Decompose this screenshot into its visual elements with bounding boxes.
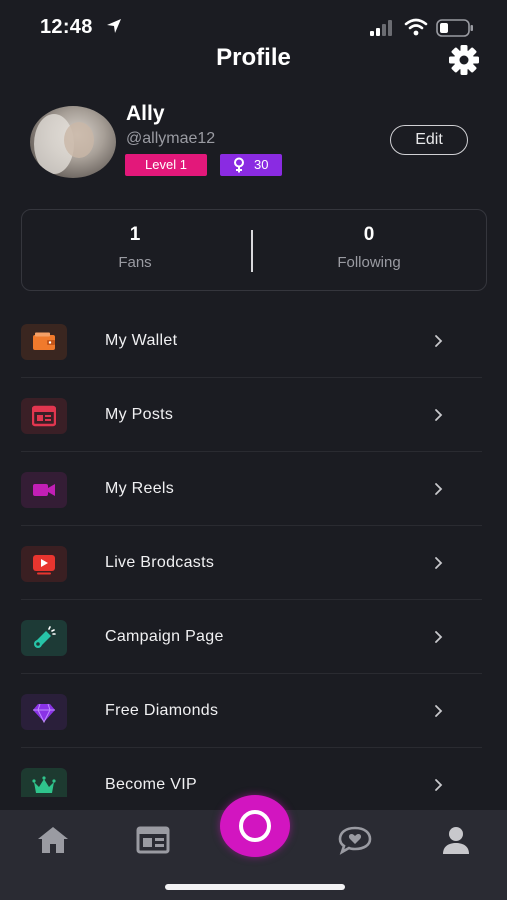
chevron-right-icon xyxy=(435,779,443,791)
record-button[interactable] xyxy=(220,795,290,857)
vip-icon-box xyxy=(21,768,67,797)
feed-card-icon[interactable] xyxy=(135,824,171,856)
profile-menu: My Wallet My Posts My Reels Live Brodcas… xyxy=(0,304,507,797)
diamonds-icon-box xyxy=(21,694,67,730)
cellular-signal-icon xyxy=(370,20,392,36)
menu-label: My Wallet xyxy=(105,332,178,349)
home-indicator xyxy=(165,884,345,890)
menu-item-my-posts[interactable]: My Posts xyxy=(0,378,507,452)
video-camera-icon xyxy=(33,484,55,496)
chevron-right-icon xyxy=(435,631,443,643)
menu-item-my-reels[interactable]: My Reels xyxy=(0,452,507,526)
chevron-right-icon xyxy=(435,705,443,717)
play-screen-icon xyxy=(33,555,55,575)
edit-profile-button[interactable]: Edit xyxy=(390,125,468,155)
wallet-icon-box xyxy=(21,324,67,360)
menu-item-become-vip[interactable]: Become VIP xyxy=(0,748,507,797)
profile-name: Ally xyxy=(126,102,165,125)
menu-label: Become VIP xyxy=(105,776,197,793)
wallet-icon xyxy=(33,332,55,350)
diamond-icon xyxy=(33,703,55,724)
profile-person-icon[interactable] xyxy=(438,824,474,856)
crown-icon xyxy=(32,776,56,793)
posts-icon-box xyxy=(21,398,67,434)
following-label: Following xyxy=(337,254,401,271)
points-badge: 30 xyxy=(220,154,282,176)
chat-heart-icon[interactable] xyxy=(337,824,373,856)
avatar-face xyxy=(64,122,94,158)
profile-handle: @allymae12 xyxy=(126,130,216,147)
battery-icon xyxy=(436,19,473,37)
fans-count: 1 xyxy=(129,224,141,245)
megaphone-icon xyxy=(34,626,56,648)
page-title: Profile xyxy=(216,44,291,71)
stats-card: 1 Fans 0 Following xyxy=(21,209,487,291)
location-arrow-icon xyxy=(107,19,121,33)
points-value: 30 xyxy=(254,157,269,172)
status-time: 12:48 xyxy=(40,16,93,38)
gear-icon[interactable] xyxy=(447,43,481,77)
level-badge: Level 1 xyxy=(125,154,207,176)
avatar[interactable] xyxy=(30,106,116,178)
menu-label: My Posts xyxy=(105,406,174,423)
menu-label: Campaign Page xyxy=(105,628,224,645)
chevron-right-icon xyxy=(435,335,443,347)
stat-following[interactable]: 0 Following xyxy=(269,224,469,271)
female-symbol-icon xyxy=(234,157,244,173)
following-count: 0 xyxy=(363,224,375,245)
stats-divider xyxy=(251,230,253,272)
menu-label: Free Diamonds xyxy=(105,702,219,719)
chevron-right-icon xyxy=(435,483,443,495)
menu-label: My Reels xyxy=(105,480,175,497)
reels-icon-box xyxy=(21,472,67,508)
chevron-right-icon xyxy=(435,409,443,421)
record-ring-icon xyxy=(239,810,271,842)
stat-fans[interactable]: 1 Fans xyxy=(35,224,235,271)
fans-label: Fans xyxy=(118,254,152,271)
live-icon-box xyxy=(21,546,67,582)
chevron-right-icon xyxy=(435,557,443,569)
menu-item-my-wallet[interactable]: My Wallet xyxy=(0,304,507,378)
menu-item-live-brodcasts[interactable]: Live Brodcasts xyxy=(0,526,507,600)
wifi-icon xyxy=(404,18,428,36)
posts-card-icon xyxy=(32,405,56,427)
home-icon[interactable] xyxy=(35,824,71,856)
menu-item-free-diamonds[interactable]: Free Diamonds xyxy=(0,674,507,748)
menu-item-campaign-page[interactable]: Campaign Page xyxy=(0,600,507,674)
menu-label: Live Brodcasts xyxy=(105,554,215,571)
campaign-icon-box xyxy=(21,620,67,656)
